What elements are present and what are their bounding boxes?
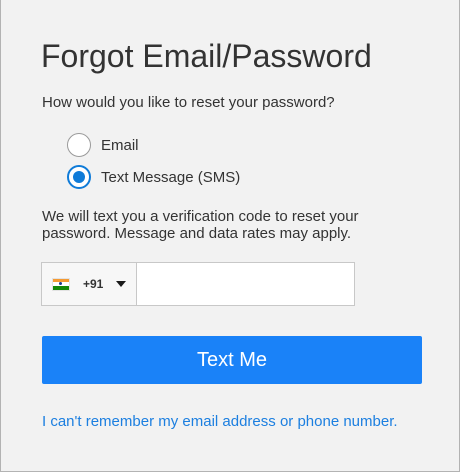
- cant-remember-link[interactable]: I can't remember my email address or pho…: [42, 413, 398, 430]
- phone-input-group: +91: [41, 262, 355, 306]
- caret-down-icon: [116, 281, 127, 287]
- forgot-password-card: Forgot Email/Password How would you like…: [0, 0, 460, 472]
- country-code: +91: [83, 277, 104, 291]
- sms-radio-button[interactable]: [67, 165, 91, 189]
- sms-option-label[interactable]: Text Message (SMS): [101, 169, 240, 186]
- email-radio-button[interactable]: [67, 133, 91, 157]
- radio-option-email[interactable]: Email: [67, 132, 139, 158]
- email-option-label[interactable]: Email: [101, 137, 139, 154]
- sms-info-text: We will text you a verification code to …: [42, 208, 359, 242]
- text-me-button[interactable]: Text Me: [42, 336, 422, 384]
- country-code-selector[interactable]: +91: [42, 263, 137, 305]
- page-title: Forgot Email/Password: [41, 38, 372, 74]
- phone-number-input[interactable]: [137, 263, 354, 305]
- india-flag-icon: [53, 278, 69, 290]
- reset-method-question: How would you like to reset your passwor…: [42, 94, 335, 111]
- radio-option-sms[interactable]: Text Message (SMS): [67, 164, 240, 190]
